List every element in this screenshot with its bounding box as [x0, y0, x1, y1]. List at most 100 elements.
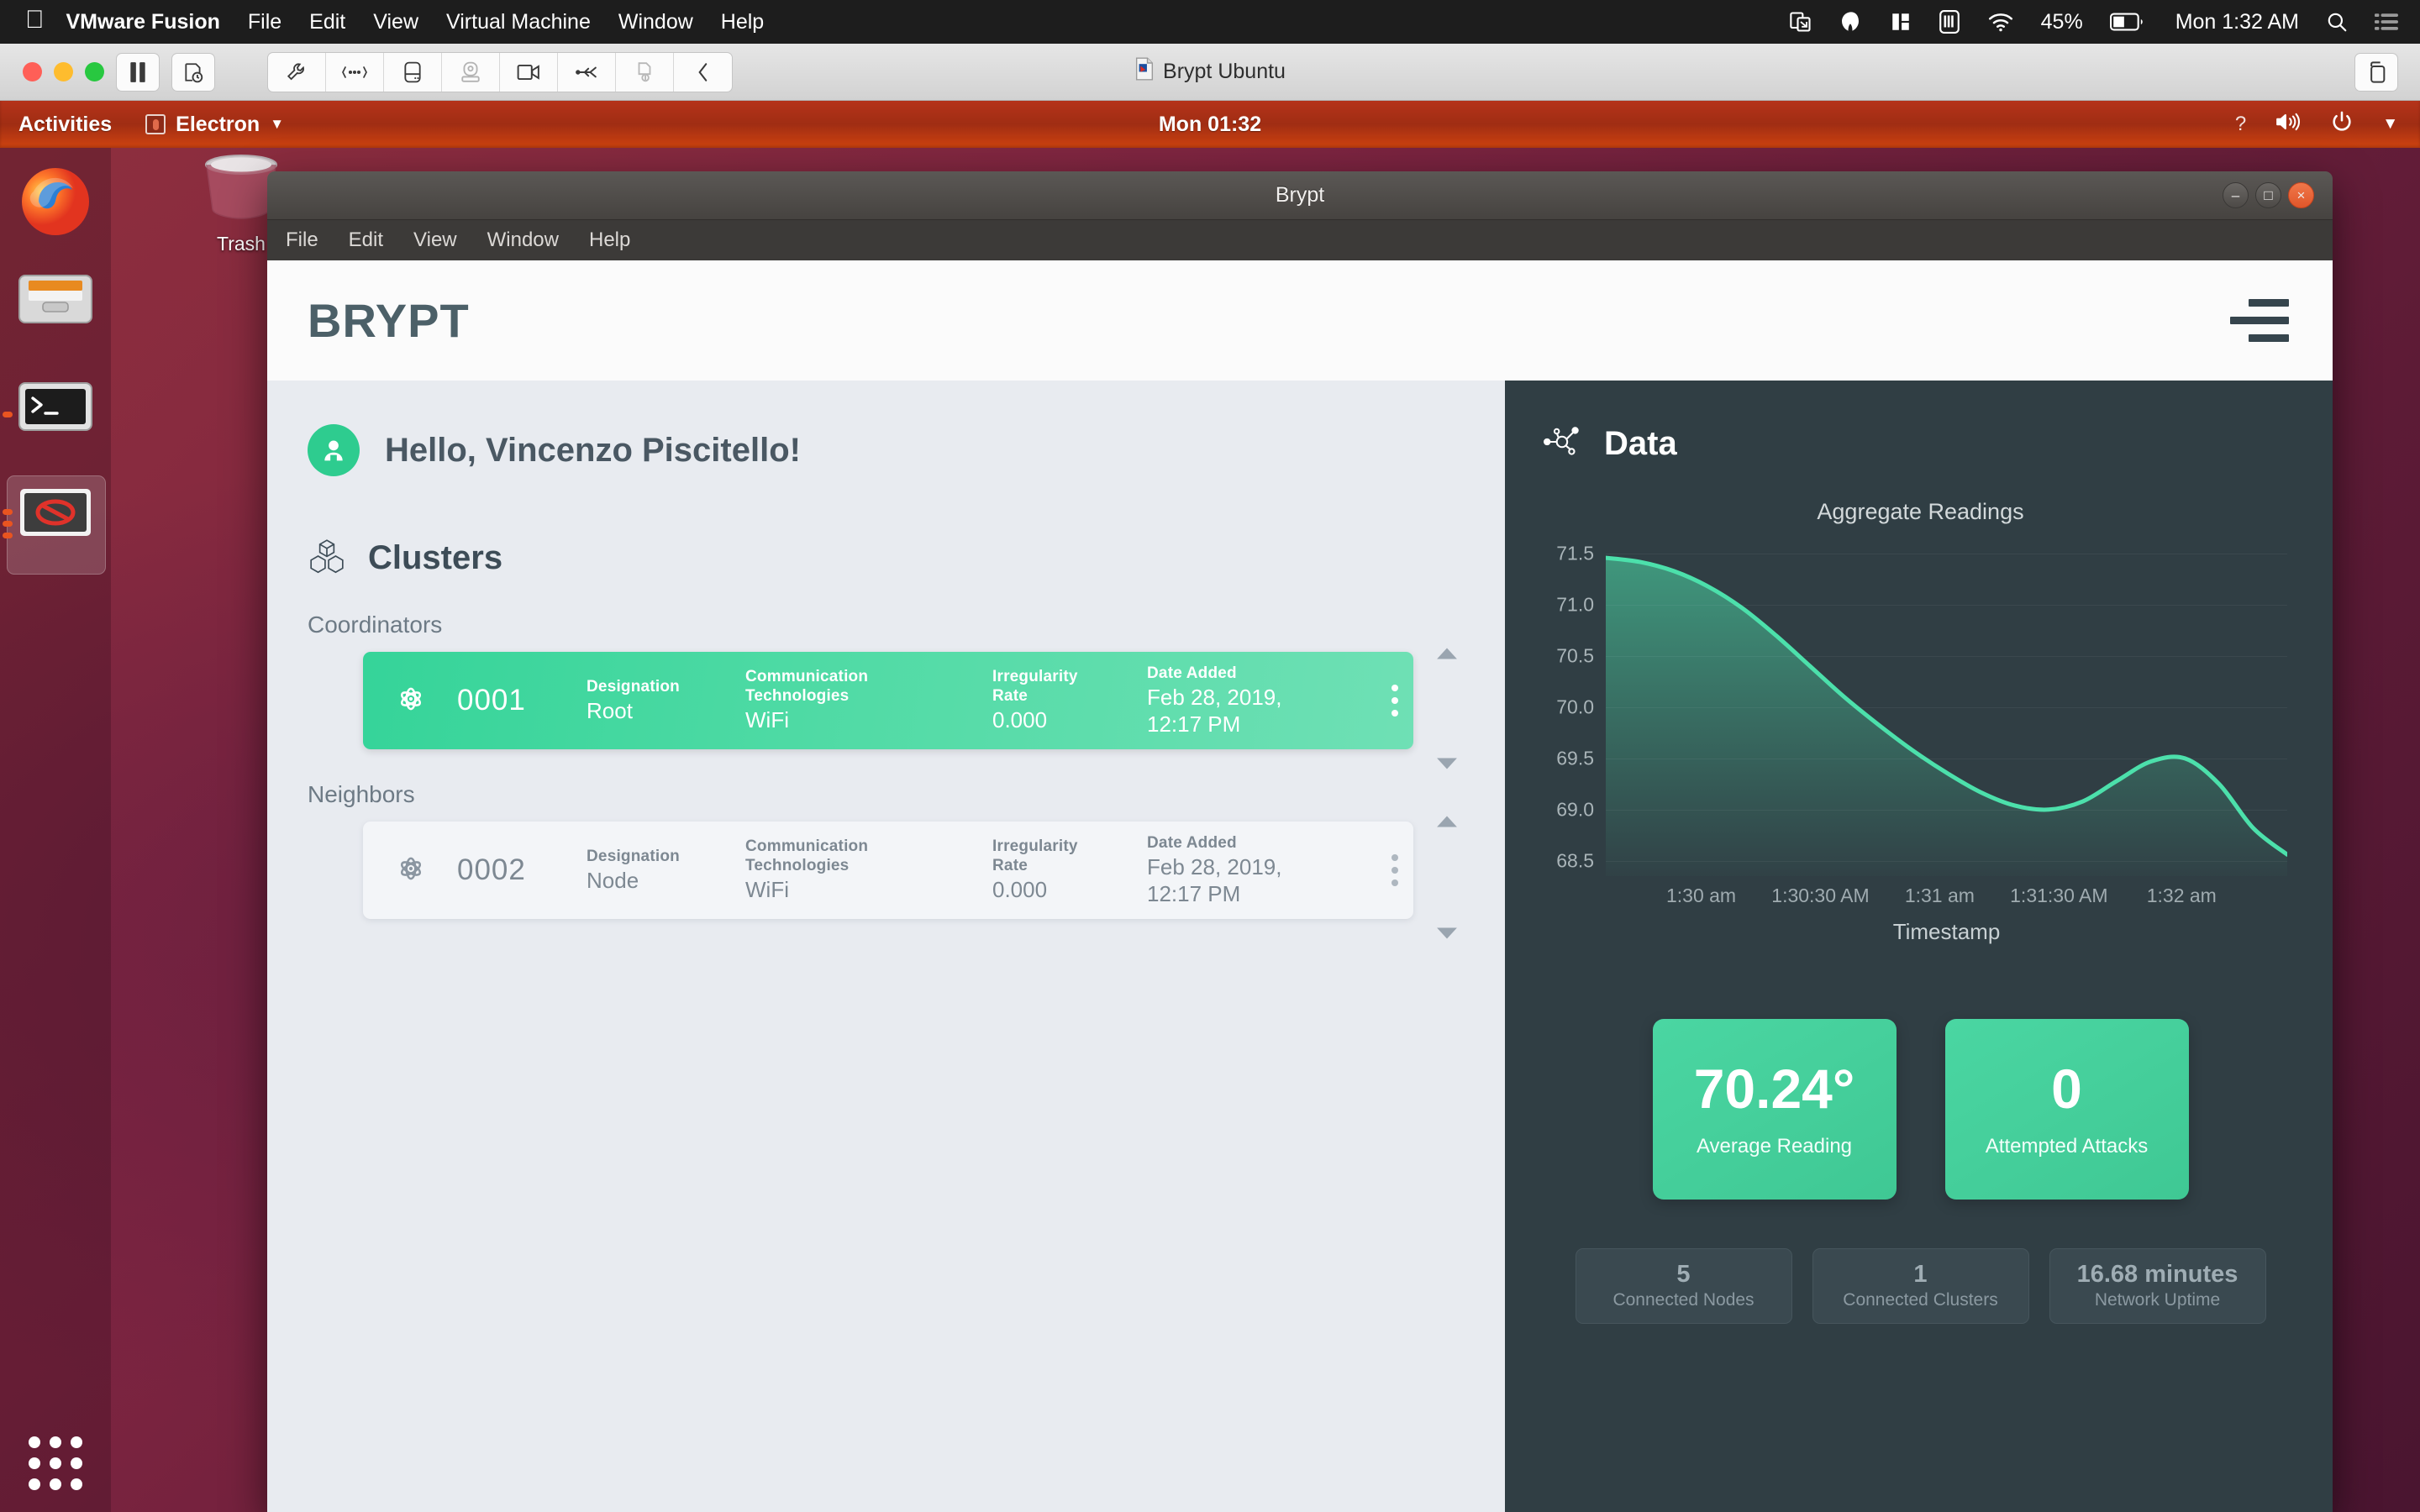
maximize-button[interactable]: □: [2255, 182, 2281, 208]
hamburger-bar: [2249, 299, 2289, 307]
mac-clock[interactable]: Mon 1:32 AM: [2175, 10, 2299, 34]
menu-item-edit[interactable]: Edit: [309, 10, 345, 34]
dock-item-files[interactable]: [0, 255, 111, 363]
brypt-title-bar[interactable]: Brypt – □ ×: [267, 171, 2333, 220]
node-communication-field: Communication Technologies WiFi: [745, 837, 972, 904]
menu-item-file[interactable]: File: [248, 10, 281, 34]
window-layout-icon[interactable]: [1890, 11, 1912, 33]
running-indicator: [3, 412, 13, 417]
app-grid-dot: [71, 1478, 82, 1490]
node-date-field: Date Added Feb 28, 2019, 12:17 PM: [1147, 664, 1365, 738]
clusters-title: Clusters: [368, 539, 503, 576]
apple-icon[interactable]: : [25, 8, 45, 33]
running-indicator: [3, 521, 13, 527]
wifi-icon[interactable]: [1987, 12, 2014, 32]
field-key: Irregularity Rate: [992, 667, 1078, 706]
scroll-down-arrow[interactable]: [1436, 927, 1458, 944]
app-grid-dot: [71, 1457, 82, 1469]
scroll-down-arrow[interactable]: [1436, 757, 1458, 774]
connected-nodes-caption: Connected Nodes: [1612, 1289, 1754, 1310]
vmware-toolbar: Brypt Ubuntu: [0, 44, 2420, 101]
clusters-header: Clusters: [267, 537, 1505, 580]
app-menu-button[interactable]: Electron ▼: [145, 113, 284, 137]
clusters-pane: Hello, Vincenzo Piscitello! Clusters Coo…: [267, 381, 1505, 1512]
control-center-icon[interactable]: [2375, 13, 2398, 31]
gnome-top-bar: Activities Electron ▼ Mon 01:32 ? ▼: [0, 101, 2420, 148]
field-value: Node: [587, 867, 639, 893]
kebab-menu-icon[interactable]: [1392, 685, 1398, 717]
brypt-menu-view[interactable]: View: [413, 228, 457, 252]
field-value: WiFi: [745, 707, 789, 733]
field-value: Feb 28, 2019, 12:17 PM: [1147, 853, 1282, 906]
field-key: Irregularity Rate: [992, 837, 1078, 875]
brypt-menu-help[interactable]: Help: [589, 228, 630, 252]
scroll-up-arrow[interactable]: [1436, 815, 1458, 832]
menu-item-window[interactable]: Window: [618, 10, 693, 34]
attempted-attacks-card[interactable]: 0 Attempted Attacks: [1944, 1019, 2189, 1200]
field-value: Feb 28, 2019, 12:17 PM: [1147, 684, 1282, 737]
battery-icon[interactable]: [2109, 13, 2144, 31]
vm-document-icon: [1134, 57, 1155, 87]
brypt-menu-edit[interactable]: Edit: [349, 228, 383, 252]
chart-gridline: [1606, 809, 2287, 811]
close-button[interactable]: ×: [2288, 182, 2314, 208]
network-stat-cards: 5 Connected Nodes 1 Connected Clusters 1…: [1544, 1248, 2297, 1324]
menu-item-vmware-fusion[interactable]: VMware Fusion: [66, 10, 220, 34]
search-icon[interactable]: [2326, 11, 2348, 33]
coordinators-scrollbar[interactable]: [1436, 647, 1458, 774]
connected-nodes-value: 5: [1676, 1261, 1691, 1289]
network-uptime-value: 16.68 minutes: [2076, 1261, 2238, 1289]
gnome-clock[interactable]: Mon 01:32: [0, 113, 2420, 137]
kebab-menu-icon[interactable]: [1392, 854, 1398, 886]
battery-percent-label: 45%: [2040, 9, 2083, 34]
app-grid-dot: [50, 1478, 61, 1490]
hamburger-menu-icon[interactable]: [2230, 299, 2289, 342]
menu-item-view[interactable]: View: [373, 10, 418, 34]
clusters-cube-icon: [308, 537, 346, 580]
chart-x-tick: 1:31:30 AM: [2010, 885, 2108, 906]
coordinators-list: 0001 Designation Root Communication Tech…: [267, 648, 1505, 769]
menu-item-virtual-machine[interactable]: Virtual Machine: [446, 10, 591, 34]
field-key: Date Added: [1147, 664, 1237, 682]
chart-y-tick: 71.5: [1556, 542, 1594, 564]
network-uptime-card[interactable]: 16.68 minutes Network Uptime: [2049, 1248, 2266, 1324]
field-key: Communication Technologies: [745, 667, 869, 706]
dock-item-firefox[interactable]: [0, 148, 111, 255]
average-reading-card[interactable]: 70.24° Average Reading: [1652, 1019, 1897, 1200]
sim-card-icon[interactable]: [1939, 10, 1960, 34]
field-value: Root: [587, 697, 633, 723]
connected-clusters-card[interactable]: 1 Connected Clusters: [1812, 1248, 2029, 1324]
show-applications-button[interactable]: [0, 1436, 111, 1490]
brypt-menu-window[interactable]: Window: [487, 228, 559, 252]
dock-item-electron[interactable]: [0, 470, 111, 578]
data-title: Data: [1604, 425, 1677, 462]
chart-x-tick: 1:30 am: [1665, 885, 1737, 906]
user-avatar-icon: [308, 424, 360, 476]
scroll-up-arrow[interactable]: [1436, 647, 1458, 664]
node-designation-field: Designation Node: [587, 847, 725, 895]
screen-share-icon[interactable]: [1789, 10, 1812, 34]
menu-item-help[interactable]: Help: [721, 10, 764, 34]
neighbors-scrollbar[interactable]: [1436, 815, 1458, 944]
greeting-text: Hello, Vincenzo Piscitello!: [382, 431, 866, 485]
chevron-down-icon[interactable]: ▼: [2382, 115, 2398, 134]
activities-button[interactable]: Activities: [18, 113, 112, 137]
dock-item-terminal[interactable]: [0, 363, 111, 470]
malwarebytes-icon[interactable]: [1839, 10, 1863, 34]
connected-nodes-card[interactable]: 5 Connected Nodes: [1575, 1248, 1792, 1324]
volume-icon[interactable]: [2275, 111, 2302, 139]
help-icon[interactable]: ?: [2235, 113, 2246, 136]
field-key: Communication Technologies: [745, 837, 869, 875]
table-row[interactable]: 0001 Designation Root Communication Tech…: [363, 652, 1413, 749]
section-label-neighbors: Neighbors: [308, 781, 415, 807]
power-icon[interactable]: [2330, 110, 2354, 139]
brypt-logo[interactable]: BRYPT: [308, 293, 470, 348]
attempted-attacks-caption: Attempted Attacks: [1985, 1134, 2149, 1158]
brypt-window-controls[interactable]: – □ ×: [2223, 182, 2314, 208]
vmware-window-title: Brypt Ubuntu: [1163, 60, 1286, 83]
node-date-field: Date Added Feb 28, 2019, 12:17 PM: [1147, 833, 1365, 908]
connected-clusters-caption: Connected Clusters: [1843, 1289, 1998, 1310]
brypt-menu-file[interactable]: File: [286, 228, 318, 252]
table-row[interactable]: 0002 Designation Node Communication Tech…: [363, 822, 1413, 919]
minimize-button[interactable]: –: [2223, 182, 2249, 208]
